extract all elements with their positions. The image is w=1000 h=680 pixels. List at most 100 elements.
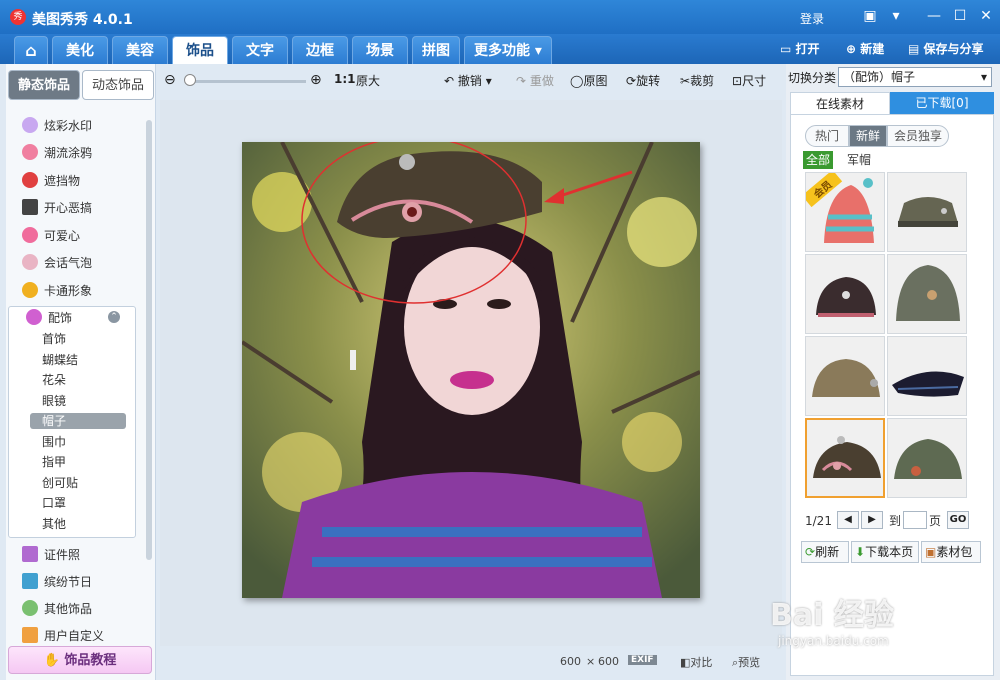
rotate-icon: ⟳ xyxy=(626,74,637,88)
tab-text[interactable]: 文字 xyxy=(232,36,288,64)
scissors-icon: ✂ xyxy=(680,74,691,88)
download-page-button[interactable]: ⬇下载本页 xyxy=(851,541,919,563)
redo-label: 重做 xyxy=(529,74,554,88)
material-thumbnail[interactable]: 会员 xyxy=(805,172,885,252)
material-thumbnail[interactable] xyxy=(805,336,885,416)
login-link[interactable]: 登录 xyxy=(800,10,824,27)
tab-beautify[interactable]: 美化 xyxy=(52,36,108,64)
app-title: 美图秀秀 4.0.1 xyxy=(32,12,133,28)
zoom-out-icon[interactable]: ⊖ xyxy=(164,72,176,88)
compare-label: 对比 xyxy=(690,656,713,669)
material-thumbnail[interactable] xyxy=(887,172,967,252)
tab-frame[interactable]: 边框 xyxy=(292,36,348,64)
refresh-button[interactable]: ⟳刷新 xyxy=(801,541,849,563)
material-thumbnail[interactable] xyxy=(887,418,967,498)
tab-accessories[interactable]: 饰品 xyxy=(172,36,228,64)
zoom-in-icon[interactable]: ⊕ xyxy=(310,72,322,88)
crop-button[interactable]: ✂裁剪 xyxy=(680,72,714,89)
prev-page-button[interactable]: ◀ xyxy=(837,511,859,529)
feedback-icon[interactable]: ▣ xyxy=(862,8,878,24)
goto-label: 到 xyxy=(889,514,902,528)
tutorial-button[interactable]: ✋ 饰品教程 xyxy=(8,646,152,674)
category-item[interactable]: 潮流涂鸦 xyxy=(22,143,92,163)
resize-button[interactable]: ⊡尺寸 xyxy=(732,72,766,89)
accessory-group-header[interactable]: 配饰 xyxy=(26,308,72,328)
sub-item-selected[interactable]: 帽子 xyxy=(42,411,66,431)
category-label: 会话气泡 xyxy=(44,256,93,270)
sub-item[interactable]: 其他 xyxy=(42,514,66,534)
tab-scene[interactable]: 场景 xyxy=(352,36,408,64)
tab-collage[interactable]: 拼图 xyxy=(412,36,460,64)
sub-item-label: 首饰 xyxy=(42,332,67,346)
sub-item[interactable]: 首饰 xyxy=(42,329,66,349)
material-thumbnail[interactable] xyxy=(887,254,967,334)
category-item[interactable]: 卡通形象 xyxy=(22,281,92,301)
preview-button[interactable]: ⌕预览 xyxy=(732,654,760,670)
exif-button[interactable]: EXIF xyxy=(628,655,657,665)
sub-item[interactable]: 口罩 xyxy=(42,493,66,513)
material-thumbnail[interactable] xyxy=(887,336,967,416)
page-input[interactable] xyxy=(903,511,927,529)
category-select[interactable]: （配饰）帽子 ▾ xyxy=(838,67,992,87)
zoom-slider[interactable] xyxy=(186,80,306,83)
filter-member[interactable]: 会员独享 xyxy=(887,125,949,147)
category-item[interactable]: 证件照 xyxy=(22,545,80,565)
new-button[interactable]: ⊕ 新建 xyxy=(846,40,884,57)
zoom-slider-handle[interactable] xyxy=(184,74,196,86)
olive-cap-image xyxy=(894,439,962,479)
dimension-separator: × xyxy=(586,655,596,668)
material-pack-button[interactable]: ▣素材包 xyxy=(921,541,981,563)
minimize-icon[interactable]: — xyxy=(926,8,942,24)
category-item[interactable]: 遮挡物 xyxy=(22,171,80,191)
category-select-value: （配饰）帽子 xyxy=(843,70,916,84)
material-thumbnail-selected[interactable] xyxy=(805,418,885,498)
filter-hot[interactable]: 热门 xyxy=(805,125,849,147)
refresh-label: 刷新 xyxy=(815,545,840,559)
tab-static-accessories[interactable]: 静态饰品 xyxy=(8,70,80,100)
go-button[interactable]: GO xyxy=(947,511,969,529)
left-scrollbar[interactable] xyxy=(146,120,152,560)
category-item[interactable]: 开心恶搞 xyxy=(22,198,92,218)
sub-item[interactable]: 花朵 xyxy=(42,370,66,390)
subcat-all[interactable]: 全部 xyxy=(803,151,834,169)
tab-downloaded[interactable]: 已下载[0] xyxy=(890,92,994,114)
next-page-button[interactable]: ▶ xyxy=(861,511,883,529)
collapse-icon[interactable]: ⌃ xyxy=(108,311,120,323)
maximize-icon[interactable]: ☐ xyxy=(952,8,968,24)
category-item[interactable]: 会话气泡 xyxy=(22,253,92,273)
sub-item-label: 围巾 xyxy=(42,435,67,449)
filter-new[interactable]: 新鲜 xyxy=(849,125,887,147)
category-item[interactable]: 炫彩水印 xyxy=(22,116,92,136)
category-item[interactable]: 其他饰品 xyxy=(22,599,92,619)
subcat-military-cap[interactable]: 军帽 xyxy=(847,151,871,169)
category-item[interactable]: 用户自定义 xyxy=(22,626,104,646)
sub-item[interactable]: 创可贴 xyxy=(42,473,78,493)
sub-item[interactable]: 指甲 xyxy=(42,452,66,472)
home-tab[interactable]: ⌂ xyxy=(14,36,48,64)
undo-button[interactable]: ↶ 撤销 ▾ xyxy=(444,72,492,89)
rotate-button[interactable]: ⟳旋转 xyxy=(626,72,660,89)
close-icon[interactable]: ✕ xyxy=(978,8,994,24)
original-image-button[interactable]: ◯原图 xyxy=(570,72,607,89)
category-label: 卡通形象 xyxy=(44,284,93,298)
sub-item[interactable]: 眼镜 xyxy=(42,391,66,411)
sub-item[interactable]: 蝴蝶结 xyxy=(42,350,78,370)
tab-dynamic-accessories[interactable]: 动态饰品 xyxy=(82,70,154,100)
save-share-button[interactable]: ▤ 保存与分享 xyxy=(908,40,984,57)
material-thumbnail[interactable] xyxy=(805,254,885,334)
tab-more[interactable]: 更多功能 ▾ xyxy=(464,36,552,64)
category-item[interactable]: 可爱心 xyxy=(22,226,80,246)
menu-icon[interactable]: ▾ xyxy=(888,8,904,24)
redo-button[interactable]: ↷ 重做 xyxy=(516,72,554,89)
category-item[interactable]: 缤纷节日 xyxy=(22,572,92,592)
original-size-button[interactable]: 原大 xyxy=(356,72,380,89)
sub-item[interactable]: 围巾 xyxy=(42,432,66,452)
image-height: 600 xyxy=(598,655,619,668)
compare-button[interactable]: ◧对比 xyxy=(680,654,712,670)
plus-icon: ⊕ xyxy=(846,42,857,56)
photo-canvas[interactable] xyxy=(242,142,700,598)
open-button[interactable]: ▭ 打开 xyxy=(780,40,820,57)
preview-label: 预览 xyxy=(738,656,761,669)
tab-online-materials[interactable]: 在线素材 xyxy=(790,92,890,114)
tab-beauty[interactable]: 美容 xyxy=(112,36,168,64)
